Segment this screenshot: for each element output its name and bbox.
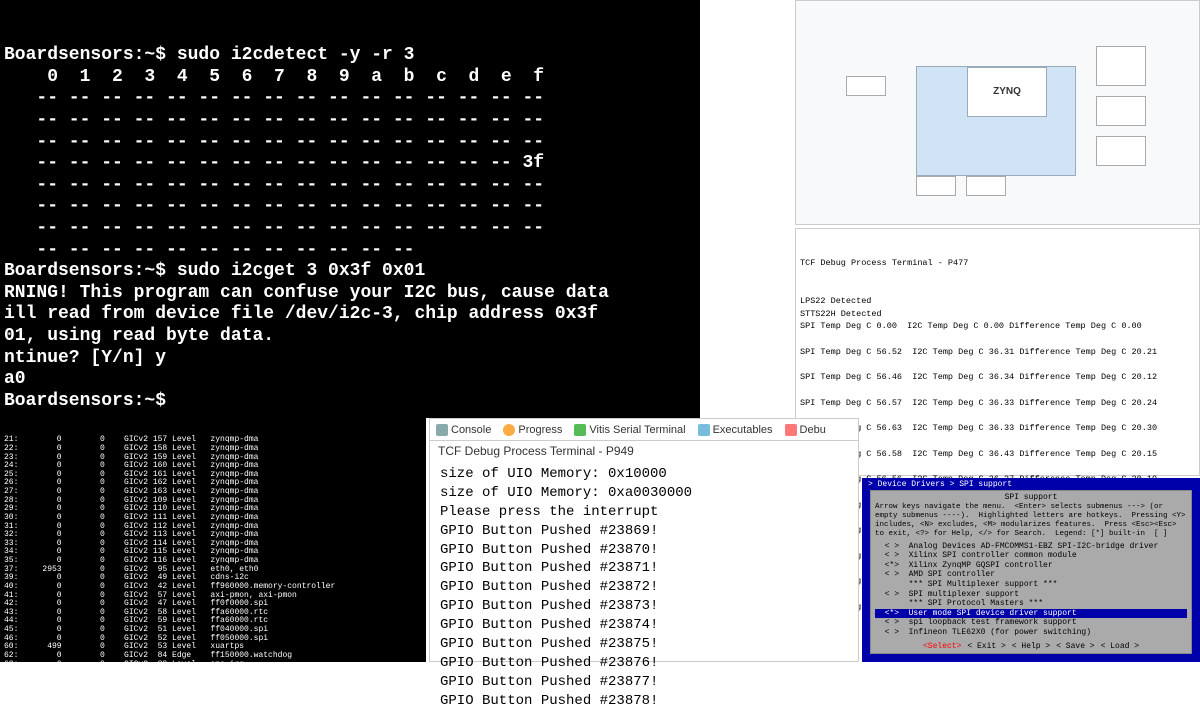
vitis-console-panel: Console Progress Vitis Serial Terminal E… <box>429 418 859 662</box>
tab-debug[interactable]: Debu <box>785 424 826 436</box>
vitis-tabbar: Console Progress Vitis Serial Terminal E… <box>430 419 858 441</box>
diag-block <box>966 176 1006 196</box>
zynq-chip-block: ZYNQ <box>916 66 1076 176</box>
menuconfig-instructions: Arrow keys navigate the menu. <Enter> se… <box>875 503 1187 539</box>
menuconfig-buttons: <Select> < Exit > < Help > < Save > < Load > <box>875 642 1187 652</box>
menuconfig-item[interactable]: < > SPI multiplexer support <box>875 590 1187 600</box>
vitis-terminal-body[interactable]: size of UIO Memory: 0x10000 size of UIO … <box>430 461 858 715</box>
debug-icon <box>785 424 797 436</box>
menuconfig-item[interactable]: *** SPI Multiplexer support *** <box>875 580 1187 590</box>
diag-block <box>1096 136 1146 166</box>
menuconfig-item[interactable]: *** SPI Protocol Masters *** <box>875 599 1187 609</box>
tab-progress[interactable]: Progress <box>503 424 562 436</box>
block-diagram: ZYNQ <box>795 0 1200 225</box>
diag-block <box>1096 46 1146 86</box>
tab-executables[interactable]: Executables <box>698 424 773 436</box>
menuconfig-breadcrumb: > Device Drivers > SPI support <box>864 480 1198 489</box>
terminal-icon <box>574 424 586 436</box>
menuconfig-item[interactable]: < > spi loopback test framework support <box>875 618 1187 628</box>
menuconfig-box: SPI support Arrow keys navigate the menu… <box>870 490 1192 654</box>
menuconfig-button[interactable]: < Exit > <box>967 642 1005 652</box>
menuconfig-item[interactable]: < > Infineon TLE62X0 (for power switchin… <box>875 628 1187 638</box>
zynq-label: ZYNQ <box>967 67 1047 117</box>
debug-title: TCF Debug Process Terminal - P477 <box>800 257 1195 270</box>
kernel-menuconfig[interactable]: > Device Drivers > SPI support SPI suppo… <box>862 478 1200 662</box>
proc-interrupts[interactable]: 21: 0 0 GICv2 157 Level zynqmp-dma 22: 0… <box>0 418 426 662</box>
menuconfig-item[interactable]: <*> User mode SPI device driver support <box>875 609 1187 619</box>
menuconfig-button[interactable]: < Load > <box>1101 642 1139 652</box>
i2c-terminal[interactable]: Boardsensors:~$ sudo i2cdetect -y -r 3 0… <box>0 0 700 418</box>
menuconfig-button[interactable]: <Select> <box>923 642 961 652</box>
irq-body: 21: 0 0 GICv2 157 Level zynqmp-dma 22: 0… <box>4 436 422 662</box>
menuconfig-box-title: SPI support <box>875 493 1187 503</box>
menuconfig-button[interactable]: < Save > <box>1056 642 1094 652</box>
terminal-content: Boardsensors:~$ sudo i2cdetect -y -r 3 0… <box>4 45 696 412</box>
vitis-terminal-title: TCF Debug Process Terminal - P949 <box>430 441 858 461</box>
diag-block <box>1096 96 1146 126</box>
diag-block <box>916 176 956 196</box>
tab-console[interactable]: Console <box>436 424 491 436</box>
menuconfig-button[interactable]: < Help > <box>1012 642 1050 652</box>
menuconfig-item[interactable]: < > Analog Devices AD-FMCOMMS1-EBZ SPI-I… <box>875 542 1187 552</box>
menuconfig-list[interactable]: < > Analog Devices AD-FMCOMMS1-EBZ SPI-I… <box>875 542 1187 638</box>
menuconfig-item[interactable]: < > AMD SPI controller <box>875 570 1187 580</box>
executables-icon <box>698 424 710 436</box>
progress-icon <box>503 424 515 436</box>
menuconfig-item[interactable]: < > Xilinx SPI controller common module <box>875 551 1187 561</box>
menuconfig-item[interactable]: <*> Xilinx ZynqMP GQSPI controller <box>875 561 1187 571</box>
tab-serial-terminal[interactable]: Vitis Serial Terminal <box>574 424 685 436</box>
diag-block <box>846 76 886 96</box>
console-icon <box>436 424 448 436</box>
